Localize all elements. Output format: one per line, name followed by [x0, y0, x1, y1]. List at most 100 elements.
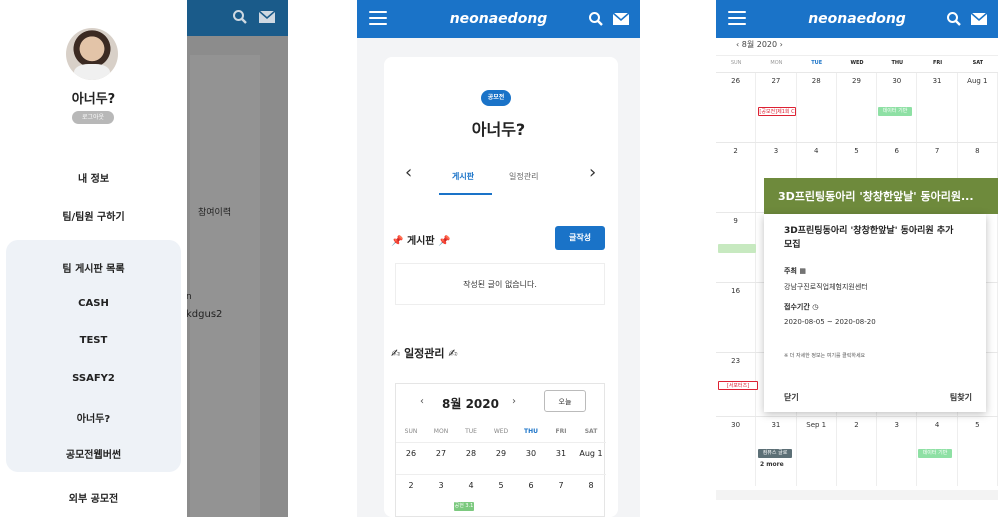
search-icon[interactable] [946, 11, 962, 27]
screen-team-board: neonaedong 공모전 아너두? ‹ › 게시판 일정관리 📌 게시판 📌… [357, 0, 640, 517]
weekday-label: FRI [932, 60, 943, 66]
tab-board[interactable]: 게시판 [452, 171, 474, 182]
weekday-label: MON [770, 60, 783, 66]
mail-icon[interactable] [258, 9, 276, 25]
calendar-day[interactable]: 7 [546, 474, 576, 504]
search-icon[interactable] [588, 11, 604, 27]
period-value: 2020-08-05 ~ 2020-08-20 [784, 318, 876, 326]
calendar-day[interactable]: 2 [837, 417, 878, 486]
calendar-day[interactable]: 29 [486, 442, 516, 472]
background-text: kdgus2 [186, 309, 223, 320]
active-tab-indicator [439, 193, 492, 195]
weekday-label: FRI [555, 428, 567, 435]
write-post-button[interactable]: 글작성 [555, 226, 605, 250]
drawer-item-external-contests[interactable]: 외부 공모전 [0, 490, 187, 505]
writing-hand-icon: ✍ [391, 347, 401, 360]
prev-month-button[interactable]: ‹ [420, 396, 424, 407]
weekday-label: TUE [811, 60, 823, 66]
event-title: 3D프린팅동아리 '창창한앞날' 동아리원 추가 모집 [784, 226, 954, 250]
weekday-label: WED [493, 428, 509, 435]
close-button[interactable]: 닫기 [784, 392, 799, 403]
weekday-label: SAT [584, 428, 598, 435]
drawer-item-my-info[interactable]: 내 정보 [0, 170, 187, 185]
calendar-day[interactable]: 26 [716, 73, 757, 142]
drawer-item-team[interactable]: TEST [0, 335, 187, 346]
drawer-item-team[interactable]: CASH [0, 298, 187, 309]
next-tab-icon[interactable]: › [589, 162, 596, 183]
calendar-day[interactable]: 4 [456, 474, 486, 504]
category-badge: 공모전 [481, 90, 511, 106]
schedule-heading: ✍ 일정관리 ✍ [391, 347, 458, 360]
search-icon[interactable] [232, 9, 248, 25]
mail-icon[interactable] [970, 11, 988, 27]
calendar-day[interactable]: 16 [716, 283, 757, 352]
tab-schedule[interactable]: 일정관리 [509, 171, 538, 182]
next-month-button[interactable]: › [512, 396, 516, 407]
detail-link[interactable]: ※ 더 자세한 정보는 여기를 클릭하세요 [784, 352, 865, 359]
app-bar: neonaedong [716, 0, 998, 38]
calendar-event[interactable]: 데이터 기반 [918, 449, 952, 458]
calendar-day[interactable]: Aug 1 [576, 442, 606, 472]
calendar-day[interactable]: 28 [797, 73, 837, 142]
pin-icon: 📌 [391, 236, 404, 247]
calendar-day[interactable]: 26 [396, 442, 426, 472]
calendar-day[interactable]: 30 [716, 417, 757, 486]
board-heading: 📌 게시판 📌 [391, 236, 451, 247]
empty-board-message: 작성된 글이 없습니다. [395, 263, 605, 305]
user-name: 아너두? [71, 92, 116, 107]
scrollbar[interactable] [716, 490, 998, 500]
calendar-day[interactable]: 5 [958, 417, 998, 486]
writing-hand-icon: ✍ [448, 347, 458, 360]
drawer-item-team[interactable]: SSAFY2 [0, 373, 187, 384]
drawer-item-team[interactable]: 공모전웹버썬 [0, 446, 187, 461]
clock-icon: ◷ [812, 303, 819, 311]
calendar-day[interactable]: 5 [486, 474, 516, 504]
drawer-item-find-team[interactable]: 팀/팀원 구하기 [0, 208, 187, 223]
background-text: 참여이력 [198, 208, 232, 218]
weekday-label: THU [524, 428, 538, 435]
calendar-day[interactable]: Aug 1 [958, 73, 998, 142]
screen-drawer: 참여이력 n kdgus2 아너두? 로그아웃 내 정보 팀/팀원 구하기 팀 … [0, 0, 288, 517]
calendar-event[interactable]: 데이터 기반 [878, 107, 912, 116]
calendar-event[interactable]: [서포터즈] [718, 381, 758, 390]
calendar-day[interactable]: 31 [546, 442, 576, 472]
calendar-month: 8월 2020 [442, 397, 499, 411]
calendar-day[interactable]: 30 [516, 442, 546, 472]
calendar-day[interactable]: Sep 1 [797, 417, 837, 486]
popup-header: 3D프린팅동아리 '창창한앞날' 동아리원... [764, 178, 998, 214]
calendar-event[interactable] [718, 244, 756, 253]
find-team-button[interactable]: 팀찾기 [950, 392, 972, 403]
calendar-day[interactable]: 28 [456, 442, 486, 472]
calendar-event[interactable]: 공헌 3.1 [454, 502, 474, 511]
calendar-day[interactable]: 8 [576, 474, 606, 504]
prev-tab-icon[interactable]: ‹ [405, 162, 412, 183]
building-icon: ▦ [799, 267, 806, 275]
period-label: 접수기간 ◷ [784, 303, 819, 311]
calendar-event[interactable]: 컴퓨스 글로 [758, 449, 792, 458]
navigation-drawer: 아너두? 로그아웃 내 정보 팀/팀원 구하기 팀 게시판 목록 CASH TE… [0, 0, 187, 517]
calendar-day[interactable]: 2 [396, 474, 426, 504]
calendar-day[interactable]: 3 [877, 417, 918, 486]
weekday-header: SUN MON TUE WED THU FRI SAT [396, 428, 606, 435]
weekday-label: SUN [730, 60, 742, 66]
mail-icon[interactable] [612, 11, 630, 27]
weekday-label: TUE [465, 428, 477, 435]
calendar-day[interactable]: 6 [516, 474, 546, 504]
calendar-day[interactable]: 31 [917, 73, 958, 142]
logout-button[interactable]: 로그아웃 [72, 111, 114, 124]
calendar-day[interactable]: 29 [837, 73, 878, 142]
calendar: ‹ 8월 2020 › 오늘 SUN MON TUE WED THU FRI S… [395, 383, 606, 517]
app-bar: neonaedong [357, 0, 640, 38]
today-button[interactable]: 오늘 [544, 390, 586, 412]
calendar-event[interactable]: [공모전]제1회 C [758, 107, 796, 116]
weekday-header: SUN MON TUE WED THU FRI SAT [716, 60, 998, 66]
calendar-day[interactable]: 3 [426, 474, 456, 504]
calendar-header: ‹ 8월 2020 › 오늘 [396, 384, 606, 424]
avatar [66, 28, 118, 80]
more-events-link[interactable]: 2 more [760, 461, 784, 468]
calendar-day[interactable]: 2 [716, 143, 757, 212]
drawer-item-board-list[interactable]: 팀 게시판 목록 [0, 260, 187, 275]
weekday-label: SUN [404, 428, 418, 435]
calendar-day[interactable]: 27 [426, 442, 456, 472]
drawer-item-team[interactable]: 아너두? [0, 410, 187, 425]
